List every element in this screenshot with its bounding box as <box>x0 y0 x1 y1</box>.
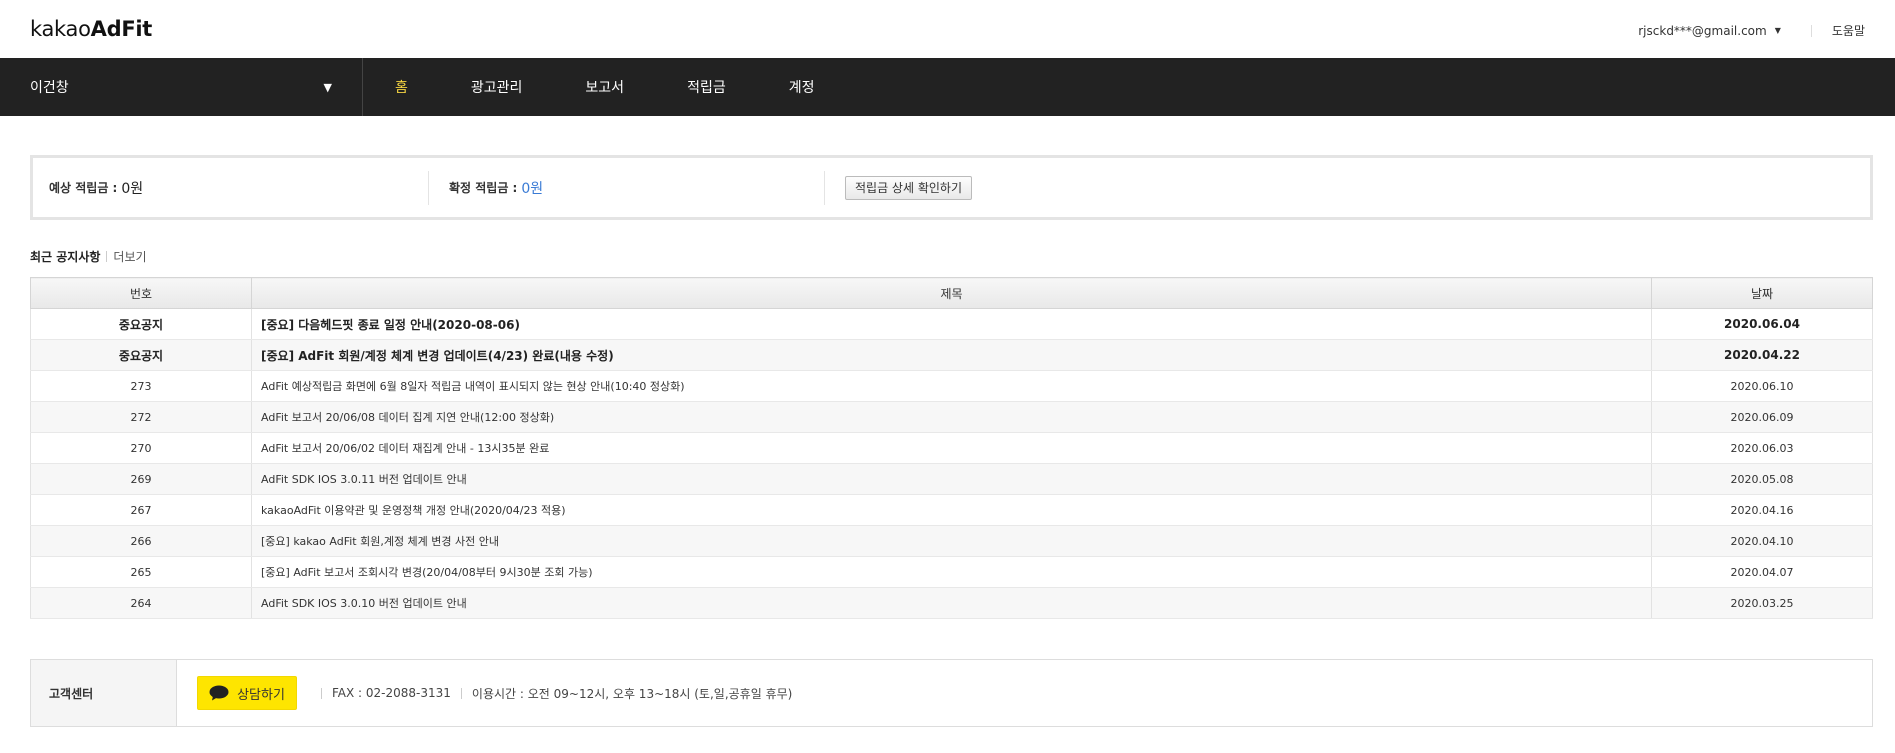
row-title-link[interactable]: AdFit SDK IOS 3.0.10 버전 업데이트 안내 <box>251 587 1652 619</box>
nav-item-home[interactable]: 홈 <box>395 77 408 97</box>
row-number: 273 <box>30 370 252 402</box>
row-title-link[interactable]: AdFit SDK IOS 3.0.11 버전 업데이트 안내 <box>251 463 1652 495</box>
table-row: 264 AdFit SDK IOS 3.0.10 버전 업데이트 안내 2020… <box>30 587 1873 619</box>
row-date: 2020.06.03 <box>1651 432 1873 464</box>
chat-consult-button[interactable]: 상담하기 <box>197 676 297 710</box>
row-date: 2020.06.10 <box>1651 370 1873 402</box>
row-title-link[interactable]: [중요] AdFit 보고서 조회시각 변경(20/04/08부터 9시30분 … <box>251 556 1652 588</box>
nav-menu: 홈 광고관리 보고서 적립금 계정 <box>363 58 877 116</box>
row-title-link[interactable]: [중요] AdFit 회원/계정 체계 변경 업데이트(4/23) 완료(내용 … <box>251 339 1652 371</box>
row-number: 267 <box>30 494 252 526</box>
header-divider <box>1810 24 1812 37</box>
row-title-link[interactable]: AdFit 예상적립금 화면에 6월 8일자 적립금 내역이 표시되지 않는 현… <box>251 370 1652 402</box>
table-row: 272 AdFit 보고서 20/06/08 데이터 집계 지연 안내(12:0… <box>30 401 1873 433</box>
row-number: 266 <box>30 525 252 557</box>
nav-item-reports[interactable]: 보고서 <box>585 77 624 97</box>
table-row: 중요공지 [중요] 다음헤드핏 종료 일정 안내(2020-08-06) 202… <box>30 308 1873 340</box>
notice-section-title: 최근 공지사항 <box>30 250 101 264</box>
logo-bold: AdFit <box>90 17 153 41</box>
expected-earnings-value: 0원 <box>121 180 144 197</box>
row-title-link[interactable]: AdFit 보고서 20/06/02 데이터 재집계 안내 - 13시35분 완… <box>251 432 1652 464</box>
notice-table: 번호 제목 날짜 중요공지 [중요] 다음헤드핏 종료 일정 안내(2020-0… <box>30 277 1873 619</box>
row-number: 272 <box>30 401 252 433</box>
row-date: 2020.04.22 <box>1651 339 1873 371</box>
row-date: 2020.04.16 <box>1651 494 1873 526</box>
row-title-link[interactable]: [중요] kakao AdFit 회원,계정 체계 변경 사전 안내 <box>251 525 1652 557</box>
nav-item-ad-management[interactable]: 광고관리 <box>471 77 523 97</box>
table-row: 269 AdFit SDK IOS 3.0.11 버전 업데이트 안내 2020… <box>30 463 1873 495</box>
nav-item-account[interactable]: 계정 <box>789 77 815 97</box>
caret-down-icon: ▼ <box>323 80 332 94</box>
row-date: 2020.03.25 <box>1651 587 1873 619</box>
nav-item-earnings[interactable]: 적립금 <box>687 77 726 97</box>
site-name: 이건창 <box>30 80 69 96</box>
speech-bubble-icon <box>209 685 229 701</box>
caret-down-icon[interactable]: ▼ <box>1775 26 1781 35</box>
kakao-adfit-logo[interactable]: kakaoAdFit <box>30 17 152 41</box>
customer-center-label: 고객센터 <box>31 660 177 726</box>
notice-table-header: 번호 제목 날짜 <box>30 277 1873 309</box>
chat-button-label: 상담하기 <box>237 687 285 703</box>
row-date: 2020.05.08 <box>1651 463 1873 495</box>
row-number: 중요공지 <box>30 339 252 371</box>
help-link[interactable]: 도움말 <box>1832 22 1865 39</box>
row-date: 2020.04.10 <box>1651 525 1873 557</box>
cs-divider <box>460 687 462 699</box>
row-date: 2020.06.04 <box>1651 308 1873 340</box>
column-header-date: 날짜 <box>1651 277 1873 309</box>
customer-center-content: 상담하기 FAX : 02-2088-3131 이용시간 : 오전 09~12시… <box>177 660 792 726</box>
fax-number: FAX : 02-2088-3131 <box>332 686 451 700</box>
row-number: 265 <box>30 556 252 588</box>
earnings-summary: 예상 적립금 : 0원 확정 적립금 : 0원 적립금 상세 확인하기 <box>30 155 1873 220</box>
row-title-link[interactable]: kakaoAdFit 이용약관 및 운영정책 개정 안내(2020/04/23 … <box>251 494 1652 526</box>
row-date: 2020.04.07 <box>1651 556 1873 588</box>
notice-divider <box>106 251 108 262</box>
expected-earnings: 예상 적립금 : 0원 <box>33 170 429 205</box>
earnings-detail-cell: 적립금 상세 확인하기 <box>825 171 972 205</box>
table-row: 273 AdFit 예상적립금 화면에 6월 8일자 적립금 내역이 표시되지 … <box>30 370 1873 402</box>
logo-prefix: kakao <box>30 17 91 41</box>
row-title-link[interactable]: AdFit 보고서 20/06/08 데이터 집계 지연 안내(12:00 정상… <box>251 401 1652 433</box>
row-number: 264 <box>30 587 252 619</box>
row-number: 중요공지 <box>30 308 252 340</box>
table-row: 266 [중요] kakao AdFit 회원,계정 체계 변경 사전 안내 2… <box>30 525 1873 557</box>
cs-divider <box>321 687 322 699</box>
confirmed-earnings-label: 확정 적립금 : <box>449 181 518 195</box>
expected-earnings-label: 예상 적립금 : <box>49 181 118 195</box>
row-number: 269 <box>30 463 252 495</box>
table-row: 270 AdFit 보고서 20/06/02 데이터 재집계 안내 - 13시3… <box>30 432 1873 464</box>
row-title-link[interactable]: [중요] 다음헤드핏 종료 일정 안내(2020-08-06) <box>251 308 1652 340</box>
column-header-number: 번호 <box>30 277 252 309</box>
confirmed-earnings: 확정 적립금 : 0원 <box>429 170 825 205</box>
row-number: 270 <box>30 432 252 464</box>
confirmed-earnings-value[interactable]: 0원 <box>521 178 543 198</box>
table-row: 중요공지 [중요] AdFit 회원/계정 체계 변경 업데이트(4/23) 완… <box>30 339 1873 371</box>
notice-more-link[interactable]: 더보기 <box>113 248 146 265</box>
user-email[interactable]: rjsckd***@gmail.com <box>1638 24 1766 38</box>
column-header-title: 제목 <box>251 277 1652 309</box>
table-row: 267 kakaoAdFit 이용약관 및 운영정책 개정 안내(2020/04… <box>30 494 1873 526</box>
notice-header: 최근 공지사항 더보기 <box>30 248 147 265</box>
customer-center: 고객센터 상담하기 FAX : 02-2088-3131 이용시간 : 오전 0… <box>30 659 1873 727</box>
row-date: 2020.06.09 <box>1651 401 1873 433</box>
service-hours: 이용시간 : 오전 09~12시, 오후 13~18시 (토,일,공휴일 휴무) <box>471 686 793 701</box>
user-area: rjsckd***@gmail.com ▼ 도움말 <box>1638 22 1865 39</box>
earnings-detail-button[interactable]: 적립금 상세 확인하기 <box>845 175 972 200</box>
main-nav: 이건창 ▼ 홈 광고관리 보고서 적립금 계정 <box>0 58 1895 116</box>
table-row: 265 [중요] AdFit 보고서 조회시각 변경(20/04/08부터 9시… <box>30 556 1873 588</box>
top-header: kakaoAdFit rjsckd***@gmail.com ▼ 도움말 <box>0 0 1895 58</box>
site-selector[interactable]: 이건창 ▼ <box>0 58 363 116</box>
